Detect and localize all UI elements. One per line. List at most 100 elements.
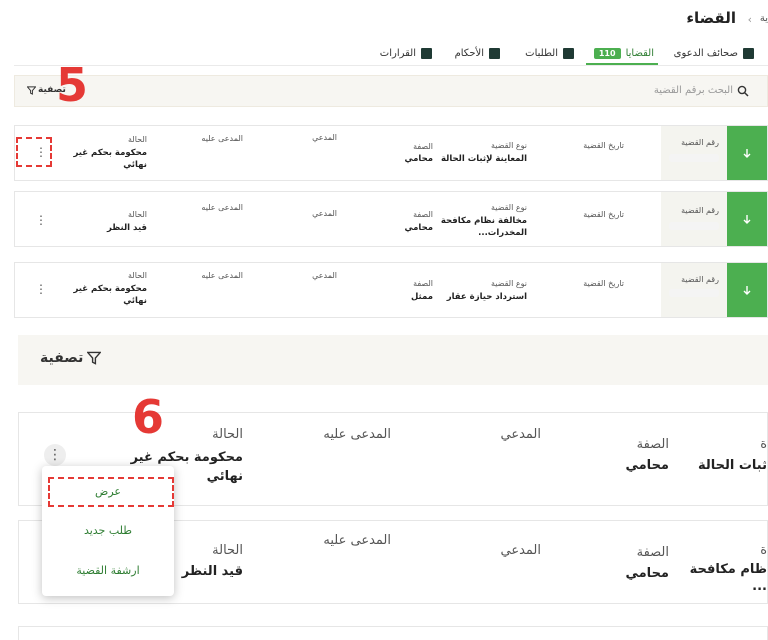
case-card[interactable]: رقم القضية تاريخ القضية نوع القضية المعا… — [14, 125, 768, 181]
case-date-label: تاريخ القضية — [583, 210, 624, 219]
arrow-down-icon — [743, 286, 751, 295]
step-number-annotation: 6 — [132, 390, 165, 444]
tab-label: الطلبات — [525, 47, 558, 59]
status-value: قيد النظر — [106, 223, 147, 233]
case-type-label: نوع القضية — [490, 279, 527, 288]
search-bar: البحث برقم القضية تصفية — [14, 75, 768, 107]
capacity-value: ممثل — [410, 292, 433, 302]
search-icon — [737, 85, 749, 97]
case-number-value — [669, 222, 719, 230]
tab-label: صحائف الدعوى — [673, 47, 738, 59]
status-value-cont: نهائي — [123, 296, 147, 306]
more-options-icon[interactable]: ⋮ — [35, 214, 47, 226]
more-options-button[interactable]: ⋮ — [44, 444, 66, 466]
status-label: الحالة — [212, 427, 243, 442]
status-label: الحالة — [128, 271, 147, 280]
highlight-box — [48, 477, 174, 507]
case-date-label: تاريخ القضية — [583, 141, 624, 150]
tab-icon — [489, 47, 500, 59]
defendant-label: المدعى عليه — [323, 427, 391, 442]
case-number-value — [669, 289, 719, 297]
capacity-label: الصفة — [636, 437, 669, 452]
tab-label: القضايا — [625, 47, 654, 59]
step-number-annotation: 5 — [56, 58, 89, 112]
capacity-label: الصفة — [413, 210, 433, 219]
capacity-value: محامي — [404, 223, 433, 233]
plaintiff-label: المدعي — [500, 543, 541, 558]
arrow-down-icon — [743, 215, 751, 224]
case-type-label-fragment: ة — [760, 437, 767, 452]
search-input[interactable]: البحث برقم القضية — [654, 85, 733, 96]
filter-bar-zoomed: تصفية — [18, 335, 768, 385]
defendant-label: المدعى عليه — [201, 271, 243, 280]
tab-label: القرارات — [379, 47, 416, 59]
case-type-value-cont: المخدرات... — [478, 228, 527, 238]
more-options-icon: ⋮ — [48, 447, 62, 463]
plaintiff-label: المدعي — [500, 427, 541, 442]
tab-judgments[interactable]: الأحكام — [455, 42, 500, 64]
tab-icon — [743, 47, 754, 59]
tab-icon — [563, 47, 574, 59]
expand-button[interactable] — [727, 192, 767, 246]
case-number-label: رقم القضية — [681, 138, 719, 147]
highlight-box — [16, 137, 52, 167]
filter-button[interactable]: تصفية — [40, 350, 102, 366]
status-value-cont: نهائي — [206, 469, 243, 484]
menu-item-new-request[interactable]: طلب جديد — [42, 524, 174, 537]
tab-petitions[interactable]: صحائف الدعوى — [674, 42, 754, 64]
more-options-icon[interactable]: ⋮ — [35, 283, 47, 295]
status-value: قيد النظر — [181, 564, 243, 579]
plaintiff-label: المدعي — [312, 133, 337, 142]
status-label: الحالة — [128, 210, 147, 219]
breadcrumb-separator: ‹ — [747, 13, 752, 26]
count-badge: 110 — [593, 47, 621, 59]
case-card[interactable]: رقم القضية تاريخ القضية نوع القضية استرد… — [14, 262, 768, 318]
menu-item-archive-case[interactable]: ارشفة القضية — [42, 564, 174, 577]
filter-label: تصفية — [40, 350, 84, 366]
arrow-down-icon — [743, 149, 751, 158]
capacity-value: محامي — [625, 458, 669, 473]
page-title: القضاء — [686, 9, 736, 27]
case-card[interactable]: رقم القضية تاريخ القضية نوع القضية مخالف… — [14, 191, 768, 247]
expand-button[interactable] — [727, 126, 767, 180]
tab-label: الأحكام — [454, 47, 484, 59]
case-number-value — [669, 154, 719, 162]
case-type-label-fragment: ة — [760, 543, 767, 558]
capacity-value: محامي — [404, 154, 433, 164]
case-type-value: ثبات الحالة — [697, 458, 767, 473]
case-number-label: رقم القضية — [681, 275, 719, 284]
status-value: محكومة بحكم غير — [73, 148, 148, 158]
filter-icon — [87, 351, 102, 365]
capacity-label: الصفة — [413, 142, 433, 151]
capacity-label: الصفة — [636, 545, 669, 560]
tab-decisions[interactable]: القرارات — [380, 42, 432, 64]
case-type-label: نوع القضية — [490, 141, 527, 150]
tab-requests[interactable]: الطلبات — [525, 42, 574, 64]
status-label: الحالة — [212, 543, 243, 558]
plaintiff-label: المدعي — [312, 271, 337, 280]
tabs-divider — [14, 65, 768, 66]
capacity-value: محامي — [625, 566, 669, 581]
tab-cases[interactable]: القضايا 110 — [593, 42, 654, 64]
tab-icon — [421, 47, 432, 59]
capacity-label: الصفة — [413, 279, 433, 288]
case-type-value: المعاينة لإثبات الحالة — [440, 154, 527, 164]
case-number-cell: رقم القضية — [661, 126, 727, 180]
case-type-label: نوع القضية — [490, 203, 527, 212]
status-value: محكومة بحكم غير — [130, 450, 243, 465]
case-date-label: تاريخ القضية — [583, 279, 624, 288]
expand-button[interactable] — [727, 263, 767, 317]
status-value-cont: نهائي — [123, 160, 147, 170]
status-value: محكومة بحكم غير — [73, 284, 148, 294]
case-number-cell: رقم القضية — [661, 192, 727, 246]
case-type-value: مخالفة نظام مكافحة — [440, 216, 527, 226]
breadcrumb-link[interactable]: ية — [760, 13, 768, 24]
filter-icon — [27, 85, 36, 95]
case-type-value-cont: ... — [752, 579, 767, 594]
case-number-cell: رقم القضية — [661, 263, 727, 317]
defendant-label: المدعى عليه — [201, 203, 243, 212]
plaintiff-label: المدعي — [312, 209, 337, 218]
case-type-value: استرداد حيازة عقار — [446, 292, 527, 302]
case-type-value: ظام مكافحة — [689, 562, 767, 577]
case-number-label: رقم القضية — [681, 206, 719, 215]
